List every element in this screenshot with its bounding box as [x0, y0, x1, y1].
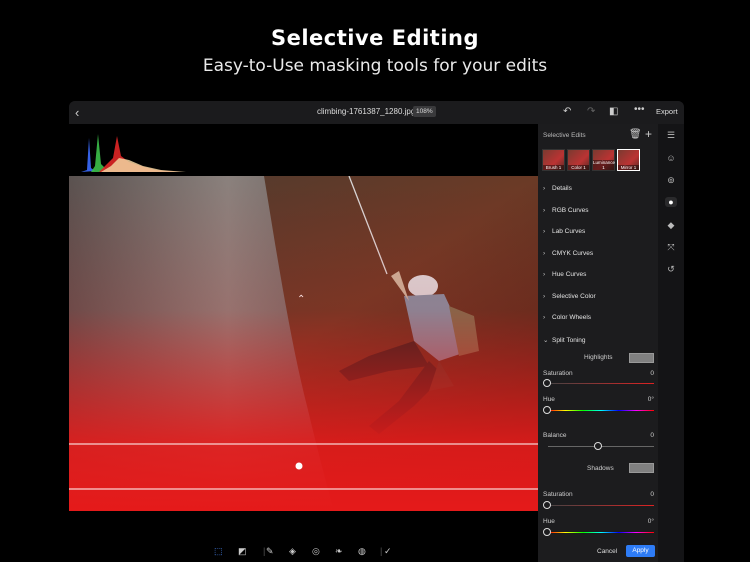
- trash-icon[interactable]: 🗑: [629, 129, 642, 140]
- thumb-color[interactable]: Color 1: [567, 149, 590, 171]
- file-name: climbing-1761387_1280.jpg: [317, 107, 416, 116]
- saturation-value: 0: [650, 370, 654, 377]
- photo[interactable]: ⌃: [69, 176, 538, 511]
- balance-value: 0: [650, 432, 654, 439]
- more-icon[interactable]: •••: [634, 104, 645, 116]
- tool-rail: ☰ ☺ ⊚ ● ◆ ⤧ ↺: [658, 124, 684, 562]
- lens-icon[interactable]: ⊚: [665, 175, 677, 186]
- chevron-right-icon: ›: [543, 293, 546, 300]
- shadow-saturation-label: Saturation: [543, 491, 573, 498]
- shadow-hue-knob[interactable]: [543, 528, 551, 536]
- separator: |: [380, 546, 383, 556]
- shadow-hue-value: 0°: [647, 518, 654, 525]
- selective-edits-panel: Selective Edits 🗑 + Brush 1 Color 1 Lumi…: [538, 124, 658, 562]
- add-icon[interactable]: +: [645, 127, 652, 141]
- panel-title: Selective Edits: [543, 132, 586, 139]
- confirm-icon[interactable]: ✓: [384, 546, 392, 557]
- tool-bar: ⬚ ◩ | ✎ ◈ ◎ ❧ ◍ | ✓: [69, 544, 538, 562]
- section-hue-curves[interactable]: › Hue Curves: [543, 271, 586, 278]
- chevron-right-icon: ›: [543, 271, 546, 278]
- section-color-wheels[interactable]: › Color Wheels: [543, 314, 591, 321]
- chevron-right-icon: ›: [543, 207, 546, 214]
- transform-icon[interactable]: ⤧: [665, 242, 677, 253]
- face-icon[interactable]: ☺: [665, 153, 677, 163]
- highlights-label: Highlights: [584, 354, 613, 361]
- chevron-right-icon: ›: [543, 250, 546, 257]
- shadow-saturation-value: 0: [650, 491, 654, 498]
- zoom-badge: 108%: [413, 106, 436, 117]
- section-rgb-curves[interactable]: › RGB Curves: [543, 207, 588, 214]
- saturation-knob[interactable]: [543, 379, 551, 387]
- chevron-right-icon: ›: [543, 228, 546, 235]
- hue-slider[interactable]: [548, 410, 654, 411]
- section-details[interactable]: › Details: [543, 185, 572, 192]
- histogram: [81, 134, 186, 172]
- chevron-down-icon: ⌄: [543, 337, 549, 344]
- compare-icon[interactable]: ◧: [609, 106, 618, 118]
- paint-brush-icon[interactable]: ✎: [266, 546, 274, 557]
- highlights-color-swatch[interactable]: [629, 353, 654, 363]
- shadow-hue-slider[interactable]: [548, 532, 654, 533]
- subline: Easy-to-Use masking tools for your edits: [202, 56, 548, 76]
- section-lab-curves[interactable]: › Lab Curves: [543, 228, 585, 235]
- hue-knob[interactable]: [543, 406, 551, 414]
- hue-label: Hue: [543, 396, 555, 403]
- mask-icon[interactable]: ●: [665, 197, 677, 207]
- apply-button[interactable]: Apply: [626, 545, 655, 557]
- section-cmyk-curves[interactable]: › CMYK Curves: [543, 250, 593, 257]
- undo-icon[interactable]: ↶: [563, 106, 571, 118]
- export-button[interactable]: Export: [656, 107, 678, 116]
- back-icon[interactable]: ‹: [75, 105, 79, 120]
- history-icon[interactable]: ↺: [665, 264, 677, 275]
- layers-icon[interactable]: ◆: [665, 220, 677, 231]
- thumb-brush[interactable]: Brush 1: [542, 149, 565, 171]
- redo-icon[interactable]: ↷: [587, 106, 595, 118]
- top-bar: ‹ climbing-1761387_1280.jpg 108% ↶ ↷ ◧ •…: [69, 101, 684, 124]
- thumb-mirror[interactable]: Mirror 1: [617, 149, 640, 171]
- separator: |: [263, 546, 266, 556]
- invert-icon[interactable]: ◩: [238, 546, 247, 557]
- saturation-slider[interactable]: [548, 383, 654, 384]
- cancel-button[interactable]: Cancel: [597, 548, 617, 555]
- eraser-icon[interactable]: ◈: [289, 546, 296, 557]
- feather-icon[interactable]: ❧: [335, 546, 343, 557]
- shadows-color-swatch[interactable]: [629, 463, 654, 473]
- headline: Selective Editing: [270, 26, 480, 50]
- app-window: ‹ climbing-1761387_1280.jpg 108% ↶ ↷ ◧ •…: [69, 101, 684, 562]
- chevron-right-icon: ›: [543, 314, 546, 321]
- mask-thumbnails: Brush 1 Color 1 Luminance 1 Mirror 1: [542, 149, 642, 171]
- chevron-right-icon: ›: [543, 185, 546, 192]
- shadow-saturation-slider[interactable]: [548, 505, 654, 506]
- balance-label: Balance: [543, 432, 567, 439]
- section-selective-color[interactable]: › Selective Color: [543, 293, 596, 300]
- shadow-hue-label: Hue: [543, 518, 555, 525]
- section-split-toning[interactable]: ⌄ Split Toning: [543, 336, 586, 344]
- hue-value: 0°: [647, 396, 654, 403]
- brush-mask-icon[interactable]: ⬚: [214, 546, 223, 557]
- color-range-icon[interactable]: ◍: [358, 546, 366, 557]
- balance-knob[interactable]: [594, 442, 602, 450]
- shadow-saturation-knob[interactable]: [543, 501, 551, 509]
- saturation-label: Saturation: [543, 370, 573, 377]
- sliders-icon[interactable]: ☰: [665, 130, 677, 141]
- canvas[interactable]: ⌃ ⬚ ◩ | ✎ ◈ ◎ ❧ ◍ | ✓: [69, 124, 538, 562]
- shadows-label: Shadows: [587, 465, 614, 472]
- thumb-luminance[interactable]: Luminance 1: [592, 149, 615, 171]
- radial-icon[interactable]: ◎: [312, 546, 320, 557]
